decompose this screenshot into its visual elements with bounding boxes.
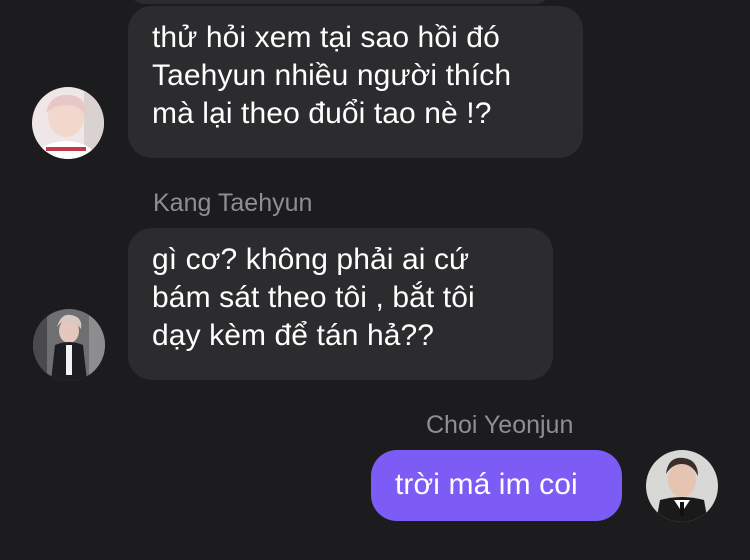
message-bubble[interactable]: thử hỏi xem tại sao hồi đó Taehyun nhiều… <box>128 6 583 158</box>
profile-photo-icon <box>32 87 104 159</box>
chat-thread: thử hỏi xem tại sao hồi đó Taehyun nhiều… <box>0 0 750 560</box>
avatar[interactable] <box>33 309 105 381</box>
profile-photo-icon <box>33 309 105 381</box>
avatar[interactable] <box>646 450 718 522</box>
sender-name: Choi Yeonjun <box>426 411 574 439</box>
avatar[interactable] <box>32 87 104 159</box>
message-bubble-outgoing[interactable]: trời má im coi <box>371 450 622 521</box>
profile-photo-icon <box>646 450 718 522</box>
previous-message-bubble-edge[interactable] <box>128 0 552 4</box>
message-bubble[interactable]: gì cơ? không phải ai cứ bám sát theo tôi… <box>128 228 553 380</box>
sender-name: Kang Taehyun <box>153 189 313 217</box>
